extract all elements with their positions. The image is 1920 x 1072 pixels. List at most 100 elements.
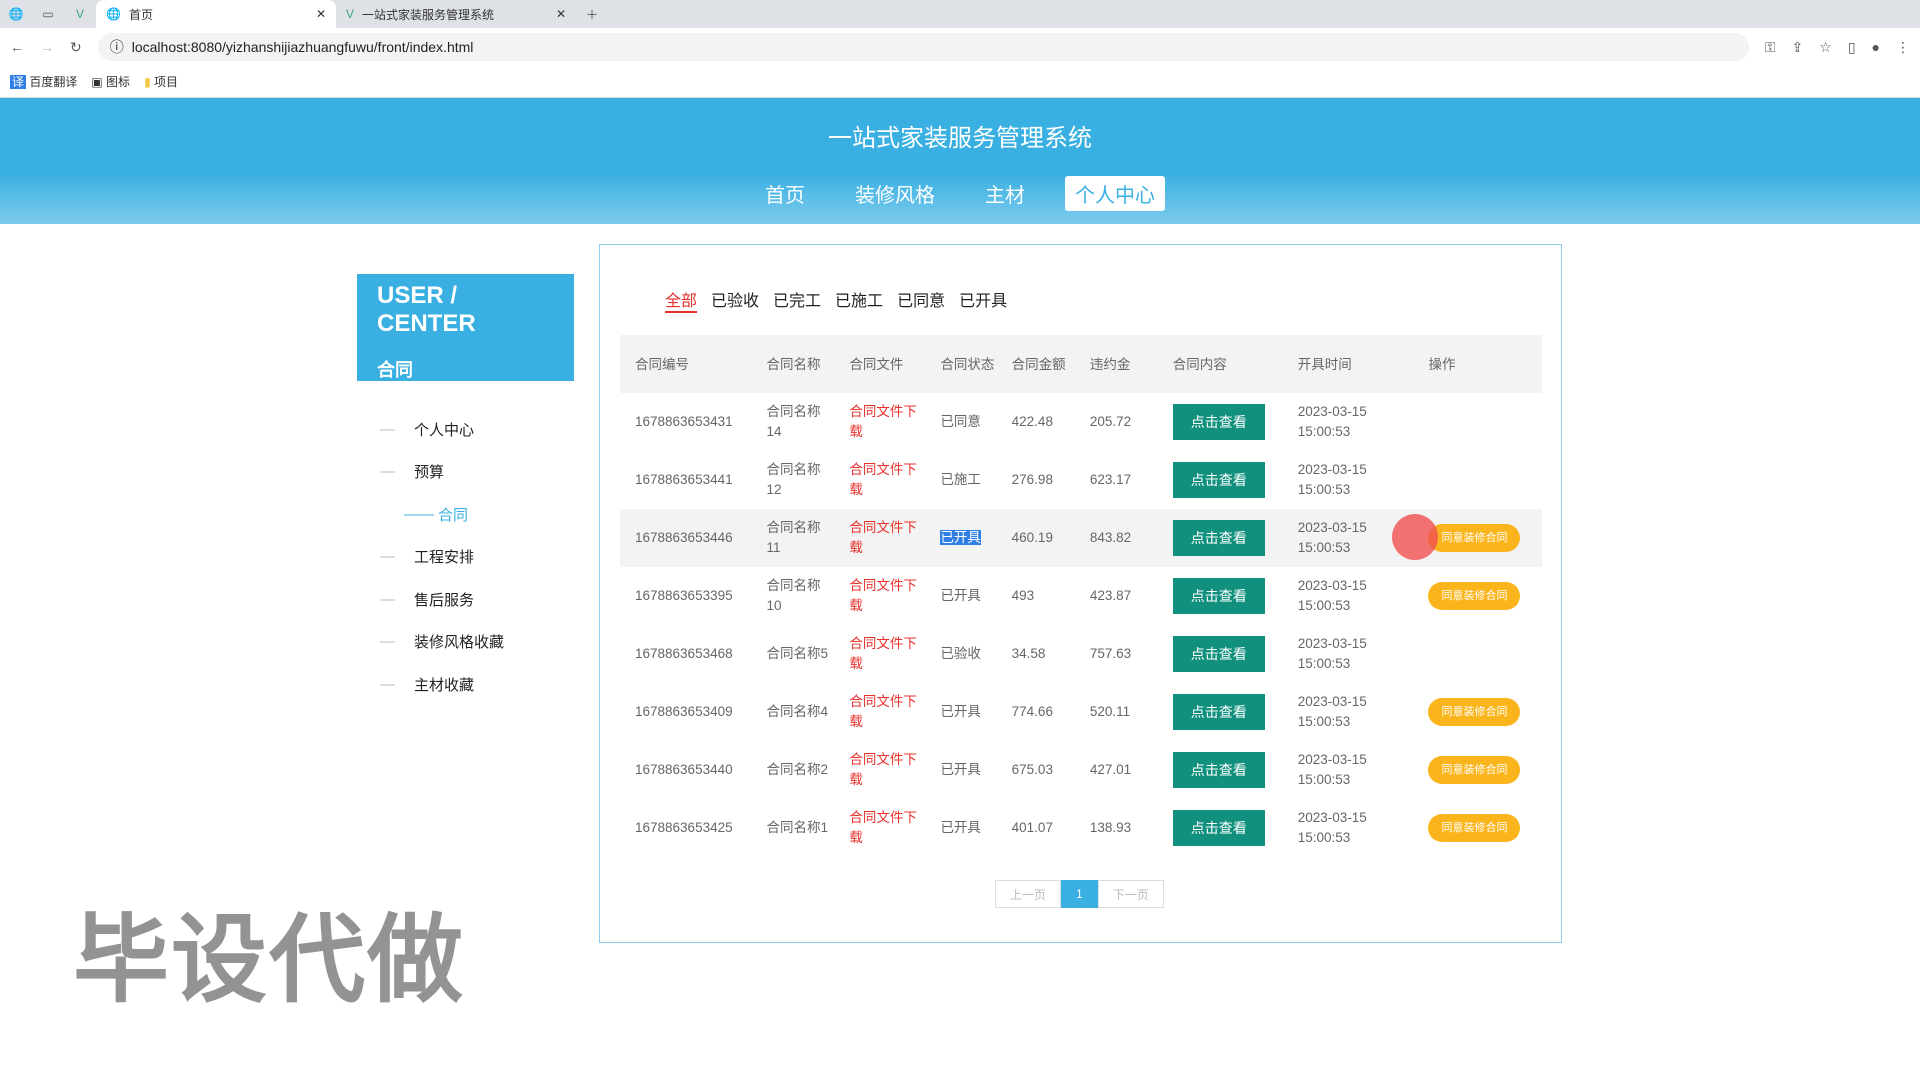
contract-file-download-link[interactable]: 合同文件下载 xyxy=(849,810,917,845)
menu-icon[interactable]: ⋮ xyxy=(1896,39,1910,56)
reload-icon[interactable]: ↻ xyxy=(70,39,82,56)
cursor-highlight xyxy=(1392,514,1438,560)
cell-value: 422.48 xyxy=(1011,414,1053,429)
contract-status: 已开具 xyxy=(940,530,981,545)
table-header: 合同编号 合同名称 合同文件 合同状态 合同金额 违约金 合同内容 开具时间 操作 xyxy=(620,335,1542,393)
cell-value: 合同名称5 xyxy=(766,646,828,661)
filter-tab[interactable]: 已开具 xyxy=(959,287,1007,313)
agree-contract-button[interactable]: 同意装修合同 xyxy=(1428,756,1521,784)
site-title: 一站式家装服务管理系统 xyxy=(828,125,1092,152)
sidebar-item-style-fav[interactable]: — 装修风格收藏 xyxy=(380,621,504,664)
profile-icon[interactable]: ● xyxy=(1872,39,1880,55)
view-contract-button[interactable]: 点击查看 xyxy=(1172,636,1265,672)
view-contract-button[interactable]: 点击查看 xyxy=(1172,520,1265,556)
view-contract-button[interactable]: 点击查看 xyxy=(1172,404,1265,440)
agree-contract-button[interactable]: 同意装修合同 xyxy=(1428,524,1521,552)
cell-value: 1678863653440 xyxy=(635,762,733,777)
url-input[interactable]: ⓘ localhost:8080/yizhanshijiazhuangfuwu/f… xyxy=(97,33,1749,61)
view-contract-button[interactable]: 点击查看 xyxy=(1172,694,1265,730)
browser-tab-0[interactable]: 🌐 首页 ✕ xyxy=(96,0,336,28)
sidebar-item-aftersales[interactable]: — 售后服务 xyxy=(380,578,504,621)
agree-contract-button[interactable]: 同意装修合同 xyxy=(1428,698,1521,726)
cell-value: 合同名称1 xyxy=(766,820,828,835)
back-icon[interactable]: ← xyxy=(10,39,24,55)
pinned-tab-icon[interactable]: ▭ xyxy=(32,0,64,28)
page-1-button[interactable]: 1 xyxy=(1061,880,1098,908)
view-contract-button[interactable]: 点击查看 xyxy=(1172,752,1265,788)
cell-value: 2023-03-15 15:00:53 xyxy=(1297,462,1367,497)
key-icon[interactable]: ⚿ xyxy=(1765,39,1776,56)
contract-file-download-link[interactable]: 合同文件下载 xyxy=(849,694,917,729)
column-header: 合同金额 xyxy=(996,335,1075,393)
filter-tab[interactable]: 已完工 xyxy=(773,287,821,313)
bookmark-2[interactable]: ▮ 项目 xyxy=(144,73,178,90)
nav-user-center[interactable]: 个人中心 xyxy=(1065,176,1165,211)
cell-value: 623.17 xyxy=(1089,472,1132,487)
filter-tab[interactable]: 全部 xyxy=(665,287,698,313)
contract-file-download-link[interactable]: 合同文件下载 xyxy=(849,520,917,555)
new-tab-icon[interactable]: ＋ xyxy=(576,0,608,28)
sidebar-title: USER / CENTER xyxy=(377,282,476,337)
contract-file-download-link[interactable]: 合同文件下载 xyxy=(849,578,917,613)
forward-icon[interactable]: → xyxy=(40,39,54,55)
contract-table: 合同编号 合同名称 合同文件 合同状态 合同金额 违约金 合同内容 开具时间 操作 167886… xyxy=(620,335,1542,857)
column-header: 合同文件 xyxy=(834,335,926,393)
table-row: 1678863653468 合同名称5 合同文件下载 已验收 34.58 757.63 点击… xyxy=(620,625,1542,683)
close-icon[interactable]: ✕ xyxy=(316,7,326,21)
cell-value: 34.58 xyxy=(1011,646,1046,661)
status-filter-tabs: 全部 已验收 已完工 已施工 已同意 已开具 xyxy=(665,287,1007,313)
contract-file-download-link[interactable]: 合同文件下载 xyxy=(849,462,917,497)
table-row: 1678863653409 合同名称4 合同文件下载 已开具 774.66 520.11 点… xyxy=(620,683,1542,741)
next-page-button[interactable]: 下一页 xyxy=(1097,880,1164,908)
vue-icon[interactable]: V xyxy=(64,0,96,28)
cell-value: 2023-03-15 15:00:53 xyxy=(1297,578,1367,613)
cell-value: 2023-03-15 15:00:53 xyxy=(1297,636,1367,671)
cell-value: 1678863653468 xyxy=(635,646,733,661)
cell-value: 427.01 xyxy=(1089,762,1132,777)
browser-tab-1[interactable]: V 一站式家装服务管理系统 ✕ xyxy=(336,0,576,28)
cell-value: 合同名称10 xyxy=(766,578,821,613)
agree-contract-button[interactable]: 同意装修合同 xyxy=(1428,582,1521,610)
filter-tab[interactable]: 已施工 xyxy=(835,287,883,313)
sidebar-item-contract[interactable]: —— 合同 xyxy=(380,493,504,536)
address-bar: ← → ↻ ⓘ localhost:8080/yizhanshijiazhuangfu… xyxy=(0,28,1920,66)
nav-materials[interactable]: 主材 xyxy=(975,176,1035,211)
view-contract-button[interactable]: 点击查看 xyxy=(1172,810,1265,846)
column-header: 操作 xyxy=(1413,335,1542,393)
contract-file-download-link[interactable]: 合同文件下载 xyxy=(849,752,917,787)
cell-value: 1678863653395 xyxy=(635,588,733,603)
cell-value: 1678863653425 xyxy=(635,820,733,835)
filter-tab[interactable]: 已同意 xyxy=(897,287,945,313)
agree-contract-button[interactable]: 同意装修合同 xyxy=(1428,814,1521,842)
contract-file-download-link[interactable]: 合同文件下载 xyxy=(849,404,917,439)
table-row: 1678863653395 合同名称10 合同文件下载 已开具 493 423.87 点击查… xyxy=(620,567,1542,625)
share-icon[interactable]: ⇪ xyxy=(1792,39,1804,56)
bookmark-0[interactable]: 译 百度翻译 xyxy=(10,73,77,90)
star-icon[interactable]: ☆ xyxy=(1819,39,1832,56)
sidebar-item-schedule[interactable]: — 工程安排 xyxy=(380,536,504,579)
sidepanel-icon[interactable]: ▯ xyxy=(1848,39,1856,56)
globe-icon[interactable]: 🌐 xyxy=(0,0,32,28)
cell-value: 2023-03-15 15:00:53 xyxy=(1297,694,1367,729)
info-icon: ⓘ xyxy=(109,39,124,55)
cell-value: 138.93 xyxy=(1089,820,1132,835)
cell-value: 已验收 xyxy=(940,646,981,661)
view-contract-button[interactable]: 点击查看 xyxy=(1172,462,1265,498)
view-contract-button[interactable]: 点击查看 xyxy=(1172,578,1265,614)
column-header: 合同编号 xyxy=(620,335,752,393)
cell-value: 843.82 xyxy=(1089,530,1132,545)
contract-file-download-link[interactable]: 合同文件下载 xyxy=(849,636,917,671)
nav-home[interactable]: 首页 xyxy=(755,176,815,211)
sidebar-item-material-fav[interactable]: — 主材收藏 xyxy=(380,663,504,706)
sidebar-item-user-center[interactable]: — 个人中心 xyxy=(380,408,504,451)
filter-tab[interactable]: 已验收 xyxy=(711,287,759,313)
cell-value: 460.19 xyxy=(1011,530,1053,545)
table-row: 1678863653431 合同名称14 合同文件下载 已同意 422.48 205.72… xyxy=(620,393,1542,451)
sidebar-item-budget[interactable]: — 预算 xyxy=(380,451,504,494)
close-icon[interactable]: ✕ xyxy=(556,7,566,21)
table-row: 1678863653425 合同名称1 合同文件下载 已开具 401.07 138.93 点… xyxy=(620,799,1542,857)
cell-value: 1678863653409 xyxy=(635,704,733,719)
prev-page-button[interactable]: 上一页 xyxy=(995,880,1062,908)
bookmark-1[interactable]: ▣ 图标 xyxy=(91,73,130,90)
nav-styles[interactable]: 装修风格 xyxy=(845,176,945,211)
